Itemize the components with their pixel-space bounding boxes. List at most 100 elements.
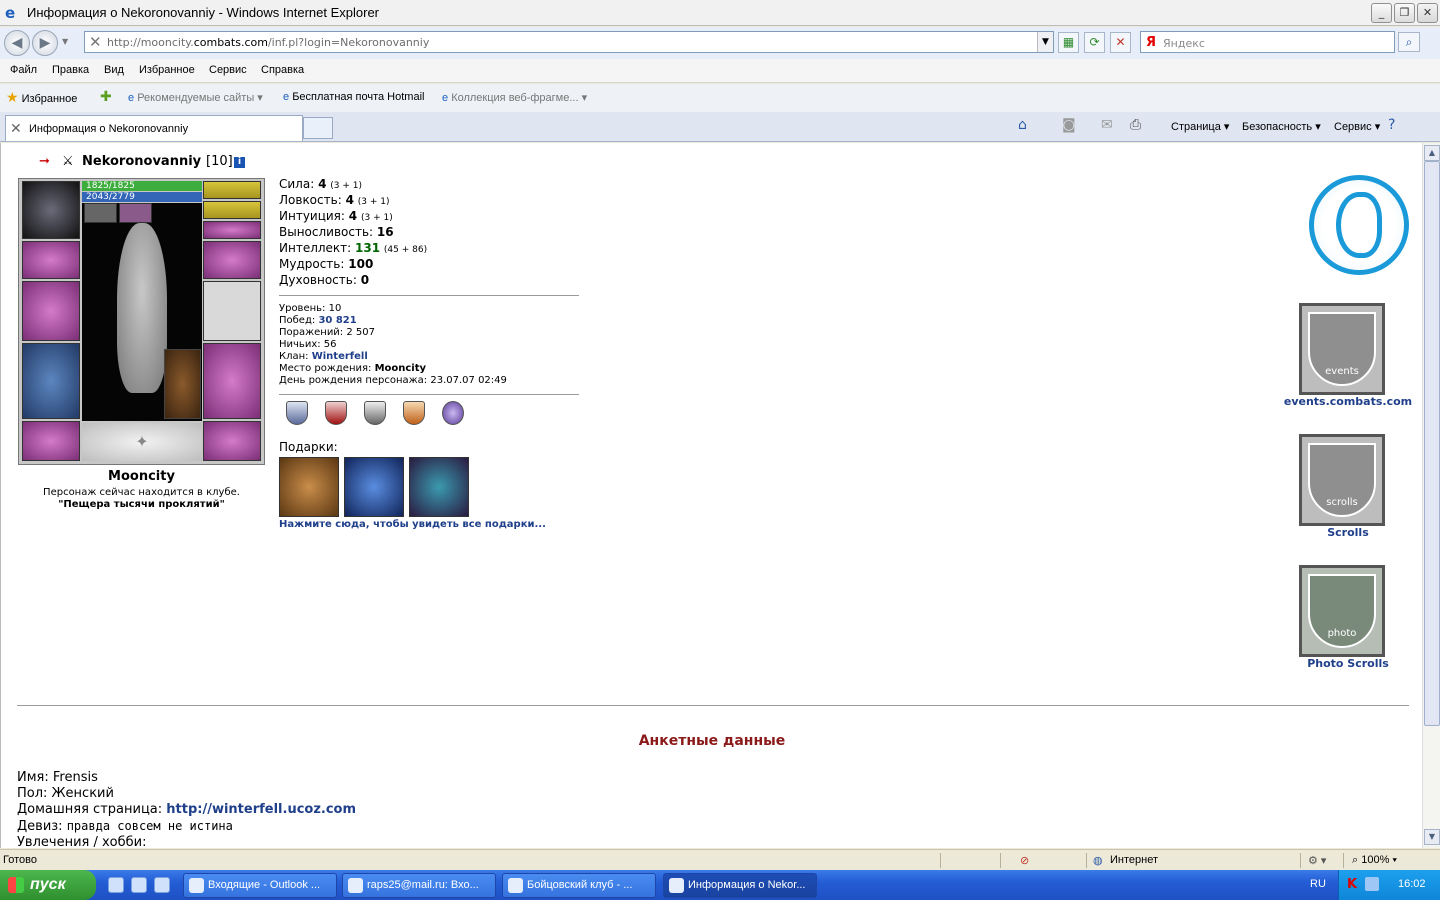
forward-button[interactable]: ▶	[32, 30, 58, 56]
gift-chest-icon[interactable]	[279, 457, 339, 517]
zoom-level[interactable]: ⌕ 100% ▾	[1352, 854, 1397, 867]
weapon-slot[interactable]	[22, 281, 80, 341]
homepage-link[interactable]: http://winterfell.ucoz.com	[166, 802, 356, 817]
popup-blocker-icon[interactable]: ⊘	[1020, 854, 1029, 867]
back-button[interactable]: ◀	[4, 30, 30, 56]
network-icon[interactable]	[1365, 877, 1379, 891]
gloves-slot[interactable]	[203, 241, 261, 279]
medal-icon[interactable]	[364, 401, 386, 425]
search-button[interactable]: ⌕	[1398, 32, 1420, 52]
url-dropdown-icon[interactable]: ▼	[1037, 32, 1053, 52]
amulet-slot[interactable]	[203, 201, 261, 219]
url-input[interactable]: ✕ http://mooncity.combats.com/inf.pl?log…	[84, 31, 1054, 53]
effect-icon[interactable]	[84, 203, 117, 223]
scrolls-banner-icon[interactable]: scrolls	[1299, 434, 1385, 526]
medal-icon[interactable]	[286, 401, 308, 425]
earring-slot[interactable]	[203, 181, 261, 199]
photo-banner-icon[interactable]: photo	[1299, 565, 1385, 657]
gift-book-icon[interactable]	[409, 457, 469, 517]
belt-slot[interactable]	[22, 421, 80, 461]
close-button[interactable]: ✕	[1417, 3, 1438, 23]
protected-mode-icon[interactable]: ⚙ ▾	[1308, 854, 1326, 867]
character-name: Nekoronovanniy	[82, 154, 202, 169]
helmet-slot[interactable]	[22, 181, 80, 239]
fav-web-slice[interactable]: e Коллекция веб-фрагме... ▾	[442, 91, 587, 104]
taskbar-outlook[interactable]: Входящие - Outlook ...	[183, 873, 337, 898]
scroll-thumb[interactable]	[1424, 161, 1440, 726]
ie-quicklaunch-icon[interactable]	[108, 877, 124, 893]
search-input[interactable]: Я Яндекс	[1140, 31, 1395, 53]
menu-file[interactable]: Файл	[10, 64, 37, 76]
fav-suggested-sites[interactable]: e Рекомендуемые сайты ▾	[128, 91, 263, 104]
scroll-up-icon[interactable]: ▲	[1424, 145, 1440, 161]
armor-slot[interactable]	[22, 343, 80, 419]
menu-favorites[interactable]: Избранное	[139, 64, 195, 76]
stop-icon[interactable]: ✕	[1110, 32, 1131, 53]
home-icon[interactable]: ⌂	[1018, 117, 1027, 133]
shield-slot[interactable]	[203, 281, 261, 341]
combats-logo-icon[interactable]	[1309, 175, 1409, 275]
taskbar-info[interactable]: Информация о Nekor...	[663, 873, 817, 898]
minimize-button[interactable]: _	[1371, 3, 1392, 23]
favorites-button[interactable]: ★ Избранное	[6, 89, 77, 106]
quicklaunch-icon[interactable]	[154, 877, 170, 893]
taskbar-mail[interactable]: raps25@mail.ru: Вхо...	[342, 873, 496, 898]
tools-menu[interactable]: Сервис ▾	[1334, 120, 1380, 133]
print-icon[interactable]: ⎙	[1130, 117, 1141, 133]
history-dropdown-icon[interactable]: ▼	[62, 37, 68, 46]
taskbar-combats[interactable]: Бойцовский клуб - ...	[502, 873, 656, 898]
safety-menu[interactable]: Безопасность ▾	[1242, 120, 1321, 133]
events-banner-icon[interactable]: events	[1299, 303, 1385, 395]
mp-bar: 2043/2779	[82, 192, 202, 202]
maximize-button[interactable]: ❐	[1394, 3, 1415, 23]
scrolls-link[interactable]: Scrolls	[1278, 526, 1418, 539]
pet-slot[interactable]	[164, 349, 201, 419]
refresh-icon[interactable]: ⟳	[1084, 32, 1105, 53]
tab-current[interactable]: ✕ Информация о Nekoronovanniy	[5, 115, 303, 141]
info-icon[interactable]: i	[234, 157, 245, 168]
menu-edit[interactable]: Правка	[52, 64, 89, 76]
vertical-scrollbar[interactable]: ▲ ▼	[1422, 143, 1440, 848]
character-silhouette	[117, 223, 167, 393]
new-tab-button[interactable]	[303, 117, 333, 139]
mail-icon[interactable]: ✉	[1101, 117, 1113, 133]
profile-name: Имя: Frensis	[17, 770, 98, 785]
kaspersky-icon[interactable]: K	[1347, 877, 1357, 892]
menu-tools[interactable]: Сервис	[209, 64, 247, 76]
ie-page-icon: e	[128, 92, 135, 104]
menu-view[interactable]: Вид	[104, 64, 124, 76]
clan-link[interactable]: Winterfell	[312, 351, 368, 362]
profile-motto: Девиз: правда совсем не истина	[17, 819, 233, 834]
add-favorite-icon[interactable]: ✚	[100, 88, 112, 105]
clock: 16:02	[1398, 878, 1426, 890]
help-icon[interactable]: ?	[1388, 117, 1395, 133]
fav-hotmail[interactable]: e Бесплатная почта Hotmail	[283, 91, 424, 103]
title-bar: e Информация о Nekoronovanniy - Windows …	[0, 0, 1440, 26]
medal-icon[interactable]	[403, 401, 425, 425]
show-desktop-icon[interactable]	[131, 877, 147, 893]
scroll-down-icon[interactable]: ▼	[1424, 829, 1440, 845]
all-gifts-link[interactable]: Нажмите сюда, чтобы увидеть все подарки.…	[279, 519, 546, 530]
bracer-slot[interactable]	[22, 241, 80, 279]
menu-help[interactable]: Справка	[261, 64, 304, 76]
page-menu[interactable]: Страница ▾	[1171, 120, 1229, 133]
hp-bar: 1825/1825	[82, 181, 202, 191]
compat-view-icon[interactable]: ▦	[1058, 32, 1079, 53]
medal-icon[interactable]	[325, 401, 347, 425]
security-zone[interactable]: Интернет	[1110, 854, 1158, 866]
info-clan: Клан: Winterfell	[279, 351, 368, 362]
boots-slot[interactable]	[203, 421, 261, 461]
medal-icon[interactable]	[442, 401, 464, 425]
photo-scrolls-link[interactable]: Photo Scrolls	[1278, 657, 1418, 670]
language-indicator[interactable]: RU	[1310, 878, 1326, 890]
rings-slot[interactable]	[203, 221, 261, 239]
legs-slot[interactable]	[203, 343, 261, 419]
events-link[interactable]: events.combats.com	[1278, 395, 1418, 408]
feeds-icon[interactable]: ◙	[1062, 117, 1076, 133]
ie-page-icon: e	[283, 91, 290, 103]
gift-book-icon[interactable]	[344, 457, 404, 517]
divider	[940, 853, 941, 868]
divider	[17, 705, 1409, 706]
effect-icon[interactable]	[119, 203, 152, 223]
start-button[interactable]: пуск	[0, 870, 96, 900]
